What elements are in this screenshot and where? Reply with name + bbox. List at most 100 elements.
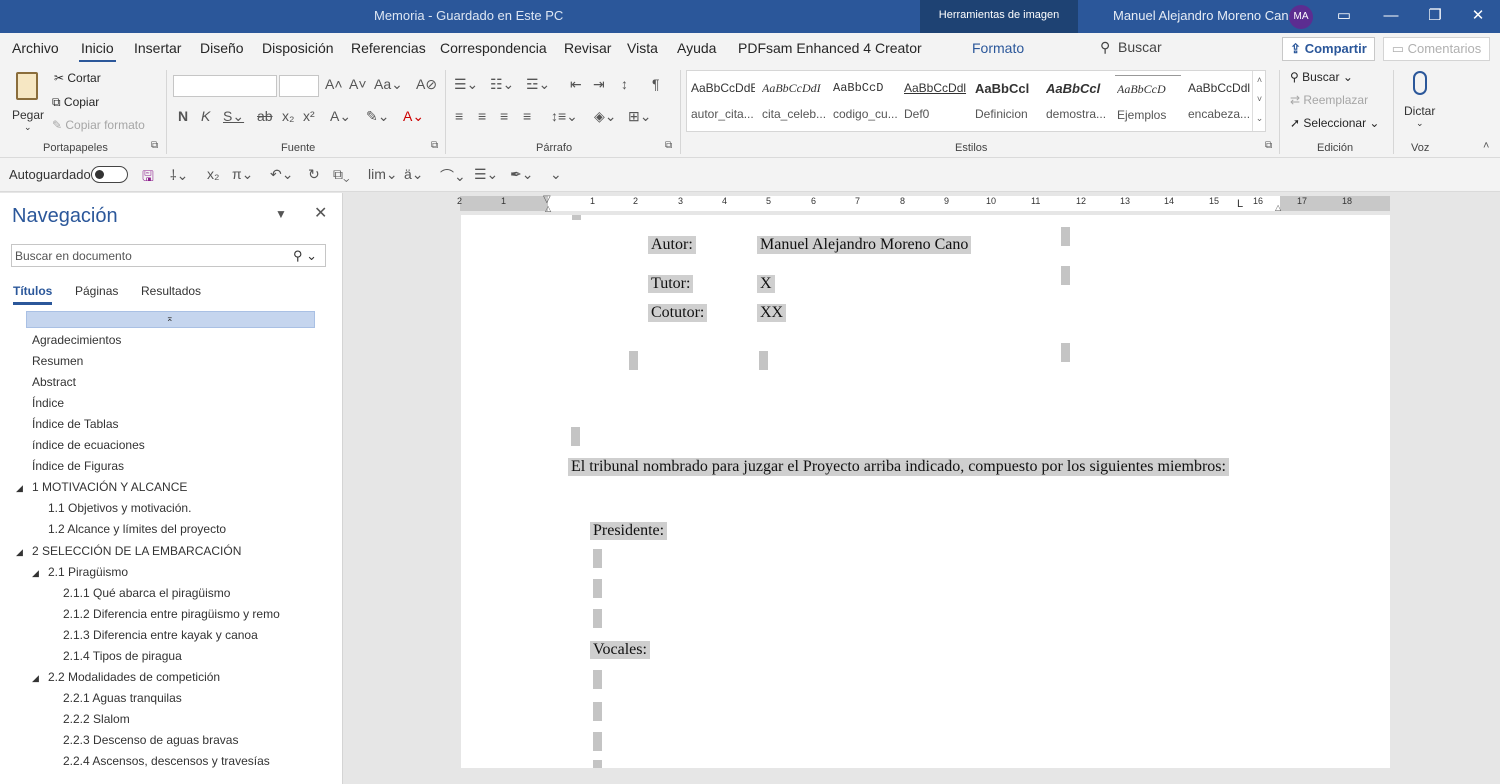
ribbon-display-options-icon[interactable]: ▭ <box>1322 0 1366 33</box>
tab-referencias[interactable]: Referencias <box>351 40 426 56</box>
line-spacing-icon[interactable]: ↕≡⌄ <box>551 108 578 125</box>
tab-insertar[interactable]: Insertar <box>134 40 181 56</box>
highlight-icon[interactable]: ✎⌄ <box>366 108 389 125</box>
dictate-button[interactable]: Dictar ⌄ <box>1402 68 1442 134</box>
tab-inicio[interactable]: Inicio <box>79 40 116 62</box>
dialog-launcher-icon[interactable]: ⧉ <box>431 140 438 151</box>
copy-button[interactable]: ⧉ Copiar <box>52 95 99 110</box>
nav-heading-item[interactable]: 2.2 Modalidades de competición <box>48 670 220 684</box>
dialog-launcher-icon[interactable]: ⧉ <box>151 140 158 151</box>
bullets-icon[interactable]: ☰⌄ <box>454 76 478 93</box>
right-indent-marker[interactable]: △ <box>1275 203 1281 212</box>
align-center-icon[interactable]: ≡ <box>478 108 486 124</box>
numbering-icon[interactable]: ☷⌄ <box>490 76 514 93</box>
restore-icon[interactable]: ❐ <box>1413 0 1457 33</box>
font-name-combo[interactable] <box>173 75 277 97</box>
nav-heading-item[interactable]: Índice de Figuras <box>32 459 124 473</box>
user-name[interactable]: Manuel Alejandro Moreno Cano <box>1113 8 1296 23</box>
bold-icon[interactable]: N <box>178 108 188 124</box>
nav-heading-item[interactable]: 2.1.4 Tipos de piragua <box>63 649 182 663</box>
nav-heading-item[interactable]: 1.1 Objetivos y motivación. <box>48 501 191 515</box>
tab-ayuda[interactable]: Ayuda <box>677 40 716 56</box>
nav-heading-item[interactable]: 2.2.2 Slalom <box>63 712 130 726</box>
nav-heading-item[interactable]: 2.2.4 Ascensos, descensos y travesías <box>63 754 270 768</box>
line-weight-icon[interactable]: ☰⌄ <box>474 166 498 183</box>
expand-triangle-icon[interactable]: ◢ <box>16 483 23 494</box>
share-button[interactable]: ⇪ Compartir <box>1282 37 1375 61</box>
autosave-toggle[interactable] <box>91 166 128 183</box>
tab-archivo[interactable]: Archivo <box>12 40 59 56</box>
nav-heading-item[interactable]: 1 MOTIVACIÓN Y ALCANCE <box>32 480 187 494</box>
subscript-icon[interactable]: x₂ <box>282 108 294 124</box>
comments-button[interactable]: ▭ Comentarios <box>1383 37 1490 61</box>
dialog-launcher-icon[interactable]: ⧉ <box>665 140 672 151</box>
text-effects-icon[interactable]: A⌄ <box>330 108 351 125</box>
style-tile[interactable]: AaBbCcD codigo_cu... <box>831 75 897 127</box>
nav-heading-item[interactable]: 2.1.3 Diferencia entre kayak y canoa <box>63 628 258 642</box>
nav-heading-item[interactable]: Índice de Tablas <box>32 417 119 431</box>
nav-heading-item[interactable]: 2.1 Piragüismo <box>48 565 128 579</box>
horizontal-ruler[interactable]: 2 1 1 2 3 4 5 6 7 8 9 10 11 12 13 14 15 … <box>343 193 1500 215</box>
search-icon[interactable]: ⚲ ⌄ <box>293 248 317 264</box>
accent-icon[interactable]: ä⌄ <box>404 166 424 183</box>
superscript-icon[interactable]: x² <box>303 108 315 124</box>
subscript-icon[interactable]: x₂ <box>207 166 219 182</box>
tell-me-search[interactable]: ⚲ Buscar <box>1100 39 1162 56</box>
tab-vista[interactable]: Vista <box>627 40 658 56</box>
hanging-indent-marker[interactable]: △ <box>545 204 551 213</box>
tab-disposicion[interactable]: Disposición <box>262 40 334 56</box>
change-case-icon[interactable]: Aa⌄ <box>374 76 403 93</box>
underline-icon[interactable]: S⌄ <box>223 108 244 125</box>
nav-heading-item[interactable]: Resumen <box>32 354 83 368</box>
undo-icon[interactable]: ↶⌄ <box>270 166 293 183</box>
format-icon[interactable]: ⸸⌄ <box>170 166 188 185</box>
tab-titulos[interactable]: Títulos <box>13 284 53 305</box>
style-tile[interactable]: AaBbCcl demostra... <box>1044 75 1110 127</box>
tab-formato[interactable]: Formato <box>972 40 1024 56</box>
minimize-icon[interactable]: — <box>1369 0 1413 33</box>
nav-heading-item[interactable]: Abstract <box>32 375 76 389</box>
tab-resultados[interactable]: Resultados <box>141 284 201 298</box>
customize-qat-icon[interactable]: ⌄ <box>550 166 562 183</box>
align-right-icon[interactable]: ≡ <box>500 108 508 124</box>
tab-revisar[interactable]: Revisar <box>564 40 611 56</box>
tab-diseno[interactable]: Diseño <box>200 40 244 56</box>
redo-icon[interactable]: ↻ <box>308 166 320 183</box>
save-icon[interactable]: 🖫 <box>142 166 154 190</box>
shrink-font-icon[interactable]: A˅ <box>349 76 367 92</box>
style-tile[interactable]: AaBbCcDdI cita_celeb... <box>760 75 826 127</box>
nav-heading-item[interactable]: 2.1.2 Diferencia entre piragüismo y remo <box>63 607 280 621</box>
expand-triangle-icon[interactable]: ◢ <box>32 673 39 684</box>
select-button[interactable]: ➚ Seleccionar ⌄ <box>1290 116 1379 130</box>
style-tile[interactable]: AaBbCcD Ejemplos <box>1115 75 1181 127</box>
tab-pdfsam[interactable]: PDFsam Enhanced 4 Creator <box>738 40 922 56</box>
borders-icon[interactable]: ⊞⌄ <box>628 108 651 125</box>
nav-heading-item[interactable]: Índice <box>32 396 64 410</box>
equation-icon[interactable]: π⌄ <box>232 166 253 183</box>
font-size-combo[interactable] <box>279 75 319 97</box>
nav-heading-item[interactable]: índice de ecuaciones <box>32 438 145 452</box>
limit-icon[interactable]: lim⌄ <box>368 166 398 183</box>
expand-triangle-icon[interactable]: ◢ <box>16 547 23 558</box>
style-tile[interactable]: AaBbCcDdl Def0 <box>902 75 968 127</box>
nav-heading-item[interactable]: 1.2 Alcance y límites del proyecto <box>48 522 226 536</box>
multilevel-list-icon[interactable]: ☲⌄ <box>526 76 550 93</box>
selected-heading[interactable]: ⌅ <box>26 311 315 328</box>
style-tile[interactable]: AaBbCcl Definicion <box>973 75 1039 127</box>
grow-font-icon[interactable]: A˄ <box>325 76 343 92</box>
clear-formatting-icon[interactable]: A⊘ <box>416 76 437 93</box>
close-pane-icon[interactable]: ✕ <box>314 203 327 223</box>
collapse-ribbon-icon[interactable]: ˄ <box>1483 140 1489 152</box>
replace-button[interactable]: ⇄ Reemplazar <box>1290 93 1368 107</box>
search-document-input[interactable]: Buscar en documento ⚲ ⌄ <box>11 244 326 267</box>
tab-paginas[interactable]: Páginas <box>75 284 118 298</box>
pane-options-icon[interactable]: ▼ <box>275 207 287 221</box>
close-icon[interactable]: ✕ <box>1456 0 1500 33</box>
tab-stop-marker[interactable]: L <box>1237 198 1243 210</box>
nav-heading-item[interactable]: 2.2.1 Aguas tranquilas <box>63 691 182 705</box>
nav-heading-item[interactable]: 2 SELECCIÓN DE LA EMBARCACIÓN <box>32 544 241 558</box>
tab-correspondencia[interactable]: Correspondencia <box>440 40 547 56</box>
justify-icon[interactable]: ≡ <box>523 108 531 124</box>
increase-indent-icon[interactable]: ⇥ <box>593 76 605 93</box>
style-tile[interactable]: AaBbCcDdE autor_cita... <box>689 75 755 127</box>
